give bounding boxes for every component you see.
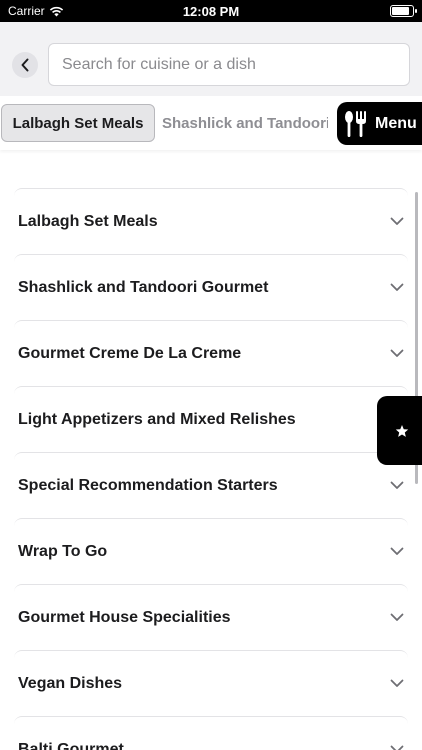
star-icon <box>395 424 409 437</box>
chevron-down-icon[interactable] <box>390 217 404 226</box>
status-bar: Carrier 12:08 PM <box>0 0 422 22</box>
category-row[interactable]: Special Recommendation Starters <box>14 452 408 518</box>
category-label: Balti Gourmet <box>18 740 124 750</box>
search-input[interactable] <box>62 55 409 74</box>
chevron-down-icon[interactable] <box>390 745 404 750</box>
tab-label: Lalbagh Set Meals <box>12 114 144 132</box>
category-row[interactable]: Balti Gourmet <box>14 716 408 750</box>
category-label: Gourmet House Specialities <box>18 608 231 626</box>
chevron-down-icon[interactable] <box>390 481 404 490</box>
tab-shashlick-and-tandoori[interactable]: Shashlick and Tandoori Gourmet <box>162 104 328 142</box>
chevron-left-icon <box>21 58 29 72</box>
category-label: Vegan Dishes <box>18 674 123 692</box>
category-tabs: Lalbagh Set Meals Shashlick and Tandoori… <box>0 96 422 150</box>
category-row[interactable]: Wrap To Go <box>14 518 408 584</box>
category-row[interactable]: Lalbagh Set Meals <box>14 188 408 254</box>
back-button[interactable] <box>12 52 38 78</box>
search-box[interactable] <box>48 43 410 86</box>
category-label: Special Recommendation Starters <box>18 476 278 494</box>
category-label: Lalbagh Set Meals <box>18 212 158 230</box>
chevron-down-icon[interactable] <box>390 679 404 688</box>
fork-knife-icon <box>345 110 366 137</box>
category-row[interactable]: Light Appetizers and Mixed Relishes <box>14 386 408 452</box>
chevron-down-icon[interactable] <box>390 283 404 292</box>
chevron-down-icon[interactable] <box>390 349 404 358</box>
category-row[interactable]: Shashlick and Tandoori Gourmet <box>14 254 408 320</box>
category-row[interactable]: Vegan Dishes <box>14 650 408 716</box>
category-list: Lalbagh Set Meals Shashlick and Tandoori … <box>14 188 408 750</box>
battery-icon <box>390 5 417 17</box>
search-header <box>0 22 422 96</box>
chevron-down-icon[interactable] <box>390 613 404 622</box>
category-row[interactable]: Gourmet House Specialities <box>14 584 408 650</box>
chevron-down-icon[interactable] <box>390 547 404 556</box>
favorites-button[interactable] <box>377 396 422 465</box>
category-row[interactable]: Gourmet Creme De La Creme <box>14 320 408 386</box>
category-label: Gourmet Creme De La Creme <box>18 344 242 362</box>
tab-label: Shashlick and Tandoori Gourmet <box>162 114 328 132</box>
status-time: 12:08 PM <box>182 4 240 19</box>
category-label: Wrap To Go <box>18 542 108 560</box>
tab-lalbagh-set-meals[interactable]: Lalbagh Set Meals <box>1 104 155 142</box>
category-label: Light Appetizers and Mixed Relishes <box>18 410 296 428</box>
category-label: Shashlick and Tandoori Gourmet <box>18 278 269 296</box>
battery-level <box>392 7 410 15</box>
menu-button[interactable]: Menu <box>337 102 422 145</box>
menu-button-label: Menu <box>375 114 417 132</box>
